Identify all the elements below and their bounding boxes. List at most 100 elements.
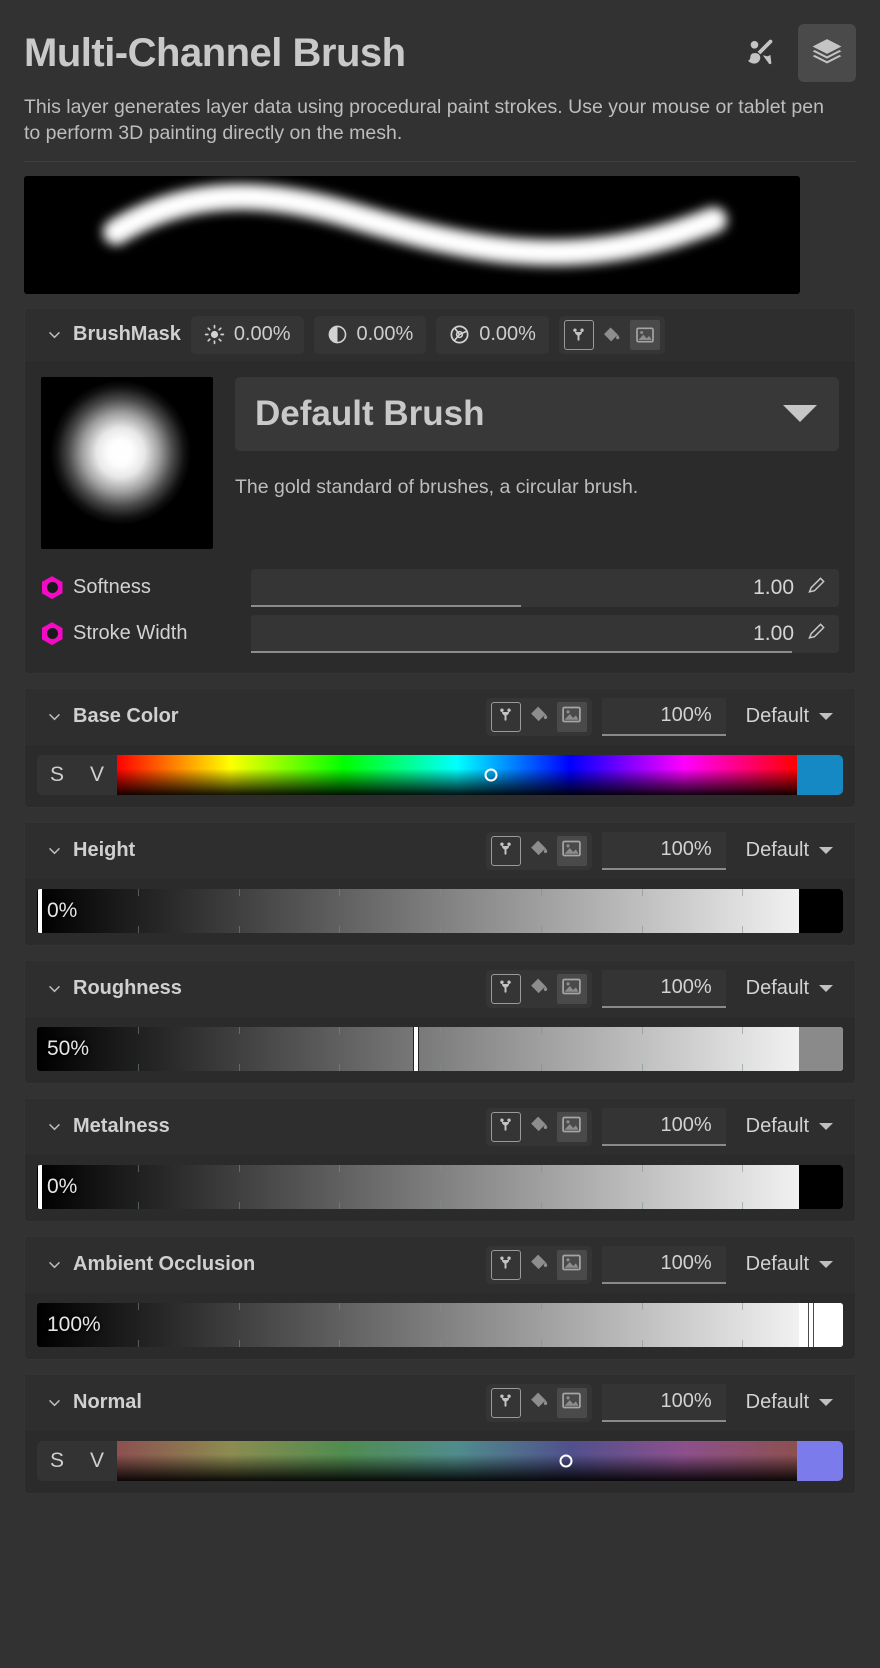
channel-opacity-input[interactable]: 100%	[601, 697, 726, 736]
channel-body: 100%	[25, 1293, 855, 1359]
node-graph-icon-button[interactable]	[490, 1249, 521, 1280]
edit-pencil-icon[interactable]	[806, 621, 827, 647]
chevron-down-icon[interactable]	[41, 842, 67, 859]
channel-value: 0%	[47, 1174, 78, 1198]
paint-bucket-icon-button[interactable]	[524, 702, 554, 732]
channel-opacity-input[interactable]: 100%	[601, 831, 726, 870]
chevron-down-icon	[819, 1123, 833, 1131]
paint-brush-pen-icon-button[interactable]	[732, 24, 790, 82]
brush-thumbnail[interactable]	[41, 376, 213, 549]
panel-header: Multi-Channel Brush	[24, 0, 856, 82]
channel-header[interactable]: Metalness 100% Default	[25, 1098, 855, 1155]
color-picker-bar[interactable]: SV	[37, 1440, 843, 1481]
edit-pencil-icon[interactable]	[806, 575, 827, 601]
channel-blend-mode-dropdown[interactable]: Default	[732, 1384, 843, 1422]
slider-handle[interactable]	[38, 888, 43, 933]
channel-opacity-input[interactable]: 100%	[601, 969, 726, 1008]
channel-header[interactable]: Normal 100% Default	[25, 1374, 855, 1431]
channel-blend-mode-dropdown[interactable]: Default	[732, 698, 843, 736]
chevron-down-icon[interactable]	[41, 1256, 67, 1273]
channel-value: 0%	[47, 898, 78, 922]
brush-parameters: Softness 1.00 Stroke Width 1.00	[25, 565, 855, 673]
hue-strip[interactable]	[117, 1440, 797, 1481]
paint-bucket-icon-button[interactable]	[597, 320, 627, 350]
paint-bucket-icon-button[interactable]	[524, 1250, 554, 1280]
channel-header[interactable]: Height 100% Default	[25, 822, 855, 879]
color-picker-bar[interactable]: SV	[37, 754, 843, 795]
image-texture-icon-button[interactable]	[556, 701, 587, 732]
color-swatch[interactable]	[797, 754, 843, 795]
node-graph-icon-button[interactable]	[490, 1111, 521, 1142]
channel-body: 0%	[25, 1155, 855, 1221]
channel-card: Roughness 100% Default 50%	[24, 959, 856, 1084]
brightness-stat[interactable]: 0.00%	[190, 315, 304, 354]
layers-stack-icon-button[interactable]	[798, 24, 856, 82]
contrast-stat[interactable]: 0.00%	[313, 315, 427, 354]
hue-strip[interactable]	[117, 754, 797, 795]
slider-handle[interactable]	[808, 1302, 813, 1347]
channel-blend-mode-dropdown[interactable]: Default	[732, 832, 843, 870]
saturation-stat[interactable]: 0.00%	[436, 315, 549, 354]
hue-knob[interactable]	[559, 1454, 573, 1468]
image-texture-icon-button[interactable]	[556, 1249, 587, 1280]
saturation-label[interactable]: S	[37, 1449, 77, 1473]
chevron-down-icon[interactable]	[41, 1118, 67, 1135]
brush-stroke-preview	[24, 175, 800, 294]
grayscale-slider[interactable]: 0%	[37, 888, 843, 933]
color-swatch[interactable]	[797, 1440, 843, 1481]
paint-bucket-icon-button[interactable]	[524, 1388, 554, 1418]
channel-header[interactable]: Roughness 100% Default	[25, 960, 855, 1017]
channel-blend-mode-dropdown[interactable]: Default	[732, 1108, 843, 1146]
chevron-down-icon[interactable]	[41, 326, 67, 343]
channel-opacity-input[interactable]: 100%	[601, 1107, 726, 1146]
param-label: Stroke Width	[73, 622, 188, 645]
grayscale-slider[interactable]: 50%	[37, 1026, 843, 1071]
brushmask-header[interactable]: BrushMask 0.00% 0.00% 0.00%	[25, 308, 855, 361]
node-graph-icon-button[interactable]	[490, 835, 521, 866]
node-graph-icon	[497, 1391, 514, 1415]
value-label[interactable]: V	[77, 1449, 117, 1473]
value-label[interactable]: V	[77, 763, 117, 787]
node-graph-icon-button[interactable]	[490, 973, 521, 1004]
image-texture-icon-button[interactable]	[556, 1387, 587, 1418]
node-socket-icon[interactable]	[41, 622, 63, 646]
image-texture-icon-button[interactable]	[629, 319, 660, 350]
channel-tool-icons	[485, 1383, 592, 1422]
softness-slider[interactable]: 1.00	[251, 568, 839, 607]
image-texture-icon	[561, 838, 582, 864]
chevron-down-icon[interactable]	[41, 1394, 67, 1411]
chevron-down-icon[interactable]	[41, 708, 67, 725]
value-swatch	[799, 1164, 843, 1209]
brushmask-card: BrushMask 0.00% 0.00% 0.00% Default Brus…	[24, 307, 856, 674]
chevron-down-icon[interactable]	[41, 980, 67, 997]
channel-tool-icons	[485, 1107, 592, 1146]
saturation-label[interactable]: S	[37, 763, 77, 787]
node-socket-icon[interactable]	[41, 576, 63, 600]
channel-header[interactable]: Ambient Occlusion 100% Default	[25, 1236, 855, 1293]
grayscale-slider[interactable]: 0%	[37, 1164, 843, 1209]
paint-bucket-icon-button[interactable]	[524, 1112, 554, 1142]
stroke-width-slider[interactable]: 1.00	[251, 614, 839, 653]
image-texture-icon-button[interactable]	[556, 973, 587, 1004]
image-texture-icon-button[interactable]	[556, 835, 587, 866]
image-texture-icon	[636, 327, 654, 343]
channel-opacity-input[interactable]: 100%	[601, 1383, 726, 1422]
slider-handle[interactable]	[413, 1026, 418, 1071]
slider-handle[interactable]	[38, 1164, 43, 1209]
image-texture-icon-button[interactable]	[556, 1111, 587, 1142]
hue-knob[interactable]	[484, 768, 498, 782]
blend-mode-label: Default	[745, 1115, 809, 1138]
grayscale-slider[interactable]: 100%	[37, 1302, 843, 1347]
channel-blend-mode-dropdown[interactable]: Default	[732, 970, 843, 1008]
node-graph-icon-button[interactable]	[490, 1387, 521, 1418]
brush-details: Default Brush The gold standard of brush…	[235, 376, 839, 549]
paint-bucket-icon-button[interactable]	[524, 974, 554, 1004]
channel-opacity-input[interactable]: 100%	[601, 1245, 726, 1284]
channel-blend-mode-dropdown[interactable]: Default	[732, 1246, 843, 1284]
paint-bucket-icon	[528, 837, 550, 864]
node-graph-icon-button[interactable]	[490, 701, 521, 732]
paint-bucket-icon-button[interactable]	[524, 836, 554, 866]
channel-header[interactable]: Base Color 100% Default	[25, 688, 855, 745]
brush-dropdown[interactable]: Default Brush	[235, 376, 839, 451]
node-graph-icon-button[interactable]	[563, 319, 594, 350]
